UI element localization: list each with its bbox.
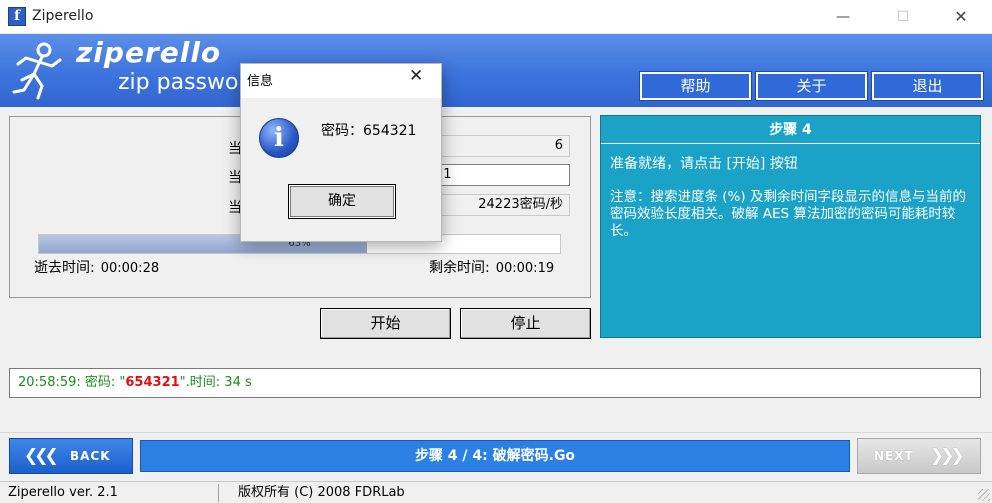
step-title: 步骤 4 — [601, 116, 980, 144]
dialog-title: 信息 — [247, 74, 274, 89]
result-log: 20:58:59: 密码: "654321".时间: 34 s — [9, 368, 981, 398]
resize-grip-icon[interactable] — [978, 489, 990, 501]
about-button[interactable]: 关于 — [755, 71, 868, 101]
log-prefix: 密码: " — [80, 375, 126, 390]
next-label: NEXT — [874, 449, 914, 463]
log-password: 654321 — [125, 375, 180, 390]
remaining-label: 剩余时间: — [429, 260, 490, 276]
copyright-text: 版权所有 (C) 2008 FDRLab — [238, 485, 405, 500]
elapsed-label: 逝去时间: — [34, 260, 95, 276]
window-title: Ziperello — [32, 8, 94, 24]
version-text: Ziperello ver. 2.1 — [8, 485, 118, 500]
exit-button[interactable]: 退出 — [871, 71, 984, 101]
stop-button[interactable]: 停止 — [460, 308, 591, 339]
back-arrows-icon: ❮❮❮ — [24, 446, 59, 466]
remaining-value: 00:00:19 — [495, 261, 555, 276]
log-suffix: ".时间: 34 s — [179, 375, 252, 390]
minimize-button[interactable]: — — [820, 0, 866, 34]
next-button[interactable]: NEXT ❯❯❯ — [857, 438, 981, 474]
remaining-time: 剩余时间: 00:00:19 — [429, 257, 554, 277]
ok-button[interactable]: 确定 — [288, 184, 396, 219]
maximize-button[interactable]: ☐ — [880, 0, 926, 34]
step-instruction: 准备就绪，请点击 [开始] 按钮 — [610, 156, 798, 172]
title-bar: f Ziperello — ☐ ✕ — [0, 0, 992, 34]
start-button[interactable]: 开始 — [320, 308, 451, 339]
current-password-field[interactable]: 21 — [430, 164, 570, 186]
header-banner: ziperello zip password 帮助 关于 退出 — [0, 34, 992, 107]
back-label: BACK — [70, 449, 111, 463]
dialog-message: 密码：654321 — [321, 123, 417, 139]
help-button[interactable]: 帮助 — [639, 71, 752, 101]
app-icon: f — [8, 7, 26, 26]
logo-text: ziperello — [76, 36, 222, 69]
step-indicator: 步骤 4 / 4: 破解密码.Go — [140, 440, 850, 472]
elapsed-value: 00:00:28 — [100, 261, 160, 276]
stat-value-1: 6 — [430, 135, 570, 157]
elapsed-time: 逝去时间: 00:00:28 — [34, 257, 159, 277]
step-info-panel: 步骤 4 准备就绪，请点击 [开始] 按钮 注意：搜索进度条 (%) 及剩余时间… — [600, 115, 981, 338]
dialog-body: i 密码：654321 确定 — [241, 98, 441, 241]
step-note: 注意：搜索进度条 (%) 及剩余时间字段显示的信息与当前的密码效验长度相关。破解… — [610, 189, 966, 239]
status-bar: Ziperello ver. 2.1 版权所有 (C) 2008 FDRLab — [0, 481, 992, 503]
close-button[interactable]: ✕ — [938, 0, 984, 34]
next-arrows-icon: ❯❯❯ — [930, 446, 965, 466]
log-time: 20:58:59: — [18, 375, 81, 390]
speed-value: 24223密码/秒 — [430, 194, 570, 216]
status-divider — [218, 484, 219, 502]
runner-logo-icon — [12, 42, 62, 100]
info-dialog: 信息 ✕ i 密码：654321 确定 — [240, 63, 442, 242]
back-button[interactable]: ❮❮❮ BACK — [9, 438, 133, 474]
info-icon: i — [259, 118, 299, 158]
dialog-close-button[interactable]: ✕ — [409, 66, 423, 86]
